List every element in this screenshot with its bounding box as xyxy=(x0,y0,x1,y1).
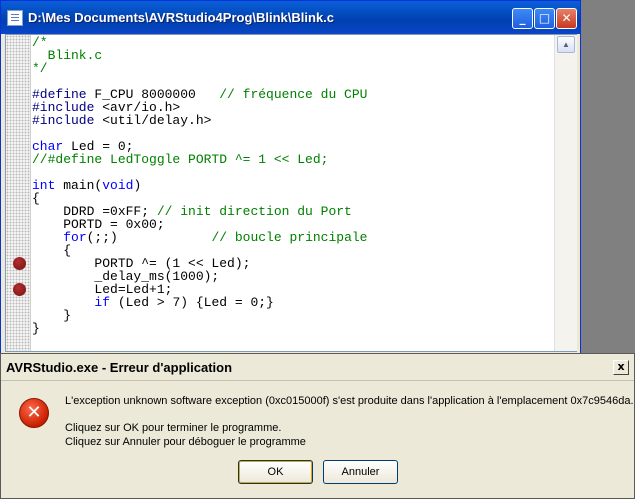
code-line[interactable]: //#define LedToggle PORTD ^= 1 << Led; xyxy=(32,153,554,166)
code-line[interactable]: Blink.c xyxy=(32,49,554,62)
maximize-button[interactable]: □ xyxy=(534,8,555,29)
error-icon: ✕ xyxy=(19,398,49,428)
breakpoint-icon[interactable] xyxy=(13,283,26,296)
scroll-up-icon[interactable]: ▲ xyxy=(557,36,575,53)
code-line[interactable]: int main(void) xyxy=(32,179,554,192)
code-line[interactable]: if (Led > 7) {Led = 0;} xyxy=(32,296,554,309)
error-dialog: AVRStudio.exe - Erreur d'application x ✕… xyxy=(0,353,635,499)
code-line[interactable]: } xyxy=(32,309,554,322)
code-text-area[interactable]: /* Blink.c */#define F_CPU 8000000 // fré… xyxy=(32,36,554,351)
error-message: L'exception unknown software exception (… xyxy=(65,395,634,407)
minimize-button[interactable]: _ xyxy=(512,8,533,29)
breakpoint-margin[interactable] xyxy=(6,35,31,351)
code-token: <util/delay.h> xyxy=(94,113,212,128)
code-token: if xyxy=(94,295,111,310)
code-token: // init direction du Port xyxy=(156,204,352,219)
code-token: #include xyxy=(32,113,95,128)
code-editor[interactable]: /* Blink.c */#define F_CPU 8000000 // fré… xyxy=(5,34,577,352)
editor-window: D:\Mes Documents\AVRStudio4Prog\Blink\Bl… xyxy=(0,0,581,356)
code-token: // boucle principale xyxy=(211,230,368,245)
dialog-title: AVRStudio.exe - Erreur d'application xyxy=(6,360,233,375)
close-button[interactable]: ✕ xyxy=(556,8,577,29)
code-token: ) xyxy=(133,178,142,193)
document-icon xyxy=(7,10,23,26)
dialog-close-button[interactable]: x xyxy=(613,360,629,375)
vertical-scrollbar[interactable]: ▲ xyxy=(554,35,577,351)
code-line[interactable]: */ xyxy=(32,62,554,75)
code-token: } xyxy=(32,321,40,336)
ok-hint-text: Cliquez sur OK pour terminer le programm… xyxy=(65,422,282,434)
code-token: // fréquence du CPU xyxy=(219,87,368,102)
editor-title: D:\Mes Documents\AVRStudio4Prog\Blink\Bl… xyxy=(28,10,335,25)
breakpoint-icon[interactable] xyxy=(13,257,26,270)
code-line[interactable]: for(;;) // boucle principale xyxy=(32,231,554,244)
code-token: (;;) xyxy=(86,230,212,245)
ok-button[interactable]: OK xyxy=(238,460,313,484)
code-token: void xyxy=(102,178,134,193)
cancel-hint-text: Cliquez sur Annuler pour déboguer le pro… xyxy=(65,436,306,448)
dialog-title-bar[interactable]: AVRStudio.exe - Erreur d'application x xyxy=(1,354,634,381)
editor-title-bar[interactable]: D:\Mes Documents\AVRStudio4Prog\Blink\Bl… xyxy=(1,1,580,34)
cancel-button[interactable]: Annuler xyxy=(323,460,398,484)
code-token: */ xyxy=(32,61,48,76)
code-token: //#define LedToggle PORTD ^= 1 << Led; xyxy=(32,152,329,167)
code-token: (Led > 7) {Led = 0;} xyxy=(110,295,274,310)
code-line[interactable]: } xyxy=(32,322,554,335)
code-line[interactable]: #include <util/delay.h> xyxy=(32,114,554,127)
code-line[interactable]: /* xyxy=(32,36,554,49)
code-token: main( xyxy=(55,178,103,193)
